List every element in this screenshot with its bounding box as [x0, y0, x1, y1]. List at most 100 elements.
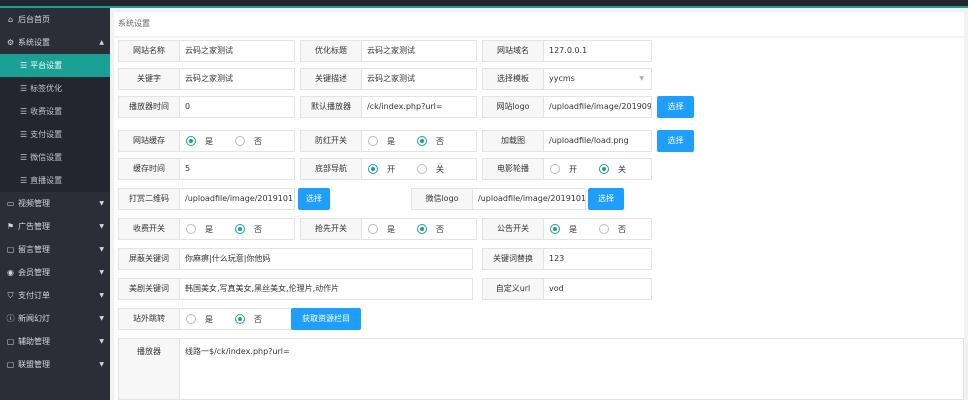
site-name-input[interactable]: 云码之家测试	[180, 41, 294, 61]
cache-time-input[interactable]: 5	[180, 159, 294, 179]
external-jump-yes-radio[interactable]: 是	[186, 314, 213, 325]
player-time-field: 播放器时间 0	[118, 96, 295, 118]
external-jump-no-radio[interactable]: 否	[235, 314, 262, 325]
movie-carousel-on-radio[interactable]: 开	[550, 164, 577, 175]
select-wechat-logo-button[interactable]: 选择	[588, 188, 624, 210]
player-time-input[interactable]: 0	[180, 97, 294, 117]
chevron-down-icon: ▼	[639, 75, 644, 82]
reward-qr-label: 打赏二维码	[119, 189, 180, 209]
default-player-label: 默认播放器	[301, 97, 362, 117]
cart-icon: ⛉	[7, 291, 14, 300]
site-cache-no-radio[interactable]: 否	[235, 136, 262, 147]
keyword-replace-input[interactable]: 123	[544, 249, 651, 269]
grab-switch-yes-radio[interactable]: 是	[368, 224, 395, 235]
radio-unchecked-icon	[599, 224, 609, 234]
chevron-down-icon: ▼	[99, 361, 104, 368]
sidebar-item-label: 支付订单	[18, 291, 50, 300]
wechat-logo-input[interactable]: /uploadfile/image/20191014/	[473, 189, 585, 209]
player-label: 播放器	[119, 339, 180, 399]
wechat-logo-field: 微信logo /uploadfile/image/20191014/	[411, 188, 586, 210]
description-input[interactable]: 云码之家测试	[362, 69, 476, 89]
description-label: 关键描述	[301, 69, 362, 89]
sidebar-item-auxiliary[interactable]: ▢ 辅助管理 ▼	[0, 330, 110, 353]
radio-unchecked-icon	[550, 164, 560, 174]
chevron-up-icon: ▲	[99, 39, 104, 46]
select-loading-image-button[interactable]: 选择	[657, 130, 694, 152]
site-cache-yes-radio[interactable]: 是	[186, 136, 213, 147]
sidebar-item-members[interactable]: ◉ 会员管理 ▼	[0, 261, 110, 284]
seo-title-label: 优化标题	[301, 41, 362, 61]
drama-keywords-field: 美剧关键词 韩国美女,写真美女,黑丝美女,伦理片,动作片	[118, 278, 473, 300]
sidebar-item-ads[interactable]: ⚑ 广告管理 ▼	[0, 215, 110, 238]
site-domain-input[interactable]: 127.0.0.1	[544, 41, 651, 61]
home-icon: ⌂	[7, 15, 14, 24]
sidebar-item-label: 视频管理	[18, 199, 50, 208]
movie-carousel-off-radio[interactable]: 关	[599, 164, 626, 175]
sidebar-subitem-live[interactable]: ☰ 直播设置	[0, 169, 110, 192]
select-reward-qr-button[interactable]: 选择	[298, 188, 330, 210]
loading-image-input[interactable]: /uploadfile/load.png	[544, 131, 651, 151]
anti-red-no-radio[interactable]: 否	[417, 136, 444, 147]
reward-qr-input[interactable]: /uploadfile/image/20191011/	[180, 189, 294, 209]
player-time-label: 播放器时间	[119, 97, 180, 117]
sidebar-item-system[interactable]: ⚙ 系统设置 ▲	[0, 31, 110, 54]
notice-switch-yes-radio[interactable]: 是	[550, 224, 577, 235]
notice-switch-no-radio[interactable]: 否	[599, 224, 626, 235]
chevron-down-icon: ▼	[99, 315, 104, 322]
sidebar-subitem-payment[interactable]: ☰ 支付设置	[0, 123, 110, 146]
sidebar-item-news-slides[interactable]: ⓘ 新闻幻灯 ▼	[0, 307, 110, 330]
get-resource-categories-button[interactable]: 获取资源栏目	[291, 308, 361, 330]
charge-switch-yes-radio[interactable]: 是	[186, 224, 213, 235]
sidebar-subitem-wechat[interactable]: ☰ 微信设置	[0, 146, 110, 169]
bottom-nav-on-radio[interactable]: 开	[368, 164, 395, 175]
cache-time-label: 缓存时间	[119, 159, 180, 179]
template-selected-value: yycms	[549, 74, 575, 83]
sidebar-item-home[interactable]: ⌂ 后台首页	[0, 8, 110, 31]
sidebar-item-label: 辅助管理	[18, 337, 50, 346]
radio-unchecked-icon	[417, 164, 427, 174]
chevron-down-icon: ▼	[99, 200, 104, 207]
chevron-down-icon: ▼	[99, 338, 104, 345]
player-textarea[interactable]: 线路一$/ck/index.php?url=	[180, 339, 963, 399]
sidebar-subitem-platform[interactable]: ☰ 平台设置	[0, 54, 110, 77]
sidebar-item-label: 新闻幻灯	[18, 314, 50, 323]
grab-switch-no-radio[interactable]: 否	[417, 224, 444, 235]
charge-switch-no-radio[interactable]: 否	[235, 224, 262, 235]
movie-carousel-field: 电影轮播 开 关	[482, 158, 652, 180]
keyword-replace-label: 关键词替换	[483, 249, 544, 269]
site-name-field: 网站名称 云码之家测试	[118, 40, 295, 62]
drama-keywords-input[interactable]: 韩国美女,写真美女,黑丝美女,伦理片,动作片	[180, 279, 472, 299]
description-field: 关键描述 云码之家测试	[300, 68, 477, 90]
loading-image-field: 加载图 /uploadfile/load.png	[482, 130, 652, 152]
wechat-logo-label: 微信logo	[412, 189, 473, 209]
info-icon: ⓘ	[6, 314, 15, 323]
custom-url-input[interactable]: vod	[544, 279, 651, 299]
select-logo-button[interactable]: 选择	[657, 96, 694, 118]
site-cache-field: 网站缓存 是 否	[118, 130, 295, 152]
radio-unchecked-icon	[186, 314, 196, 324]
gear-icon: ⚙	[6, 38, 15, 47]
external-jump-field: 站外跳转 是 否	[118, 308, 295, 330]
custom-url-field: 自定义url vod	[482, 278, 652, 300]
bottom-nav-off-radio[interactable]: 关	[417, 164, 444, 175]
sidebar-item-video[interactable]: ▭ 视频管理 ▼	[0, 192, 110, 215]
seo-title-input[interactable]: 云码之家测试	[362, 41, 476, 61]
template-select[interactable]: 选择模板 yycms ▼	[482, 68, 652, 90]
anti-red-yes-radio[interactable]: 是	[368, 136, 395, 147]
default-player-input[interactable]: /ck/index.php?url=	[362, 97, 476, 117]
radio-checked-icon	[368, 164, 378, 174]
block-keywords-input[interactable]: 你麻痹|什么玩意|你他妈	[180, 249, 472, 269]
radio-checked-icon	[235, 314, 245, 324]
sidebar-item-alliance[interactable]: ▢ 联盟管理 ▼	[0, 353, 110, 376]
sidebar-item-label: 会员管理	[18, 268, 50, 277]
anti-red-field: 防红开关 是 否	[300, 130, 477, 152]
sidebar-item-messages[interactable]: ▢ 留言管理 ▼	[0, 238, 110, 261]
sidebar-subitem-charge[interactable]: ☰ 收费设置	[0, 100, 110, 123]
sidebar-item-orders[interactable]: ⛉ 支付订单 ▼	[0, 284, 110, 307]
loading-image-label: 加载图	[483, 131, 544, 151]
sidebar-subitem-tags[interactable]: ☰ 标签优化	[0, 77, 110, 100]
notice-switch-field: 公告开关 是 否	[482, 218, 652, 240]
site-logo-input[interactable]: /uploadfile/image/20190928/	[544, 97, 651, 117]
keywords-input[interactable]: 云码之家测试	[180, 69, 294, 89]
sidebar-item-label: 留言管理	[18, 245, 50, 254]
